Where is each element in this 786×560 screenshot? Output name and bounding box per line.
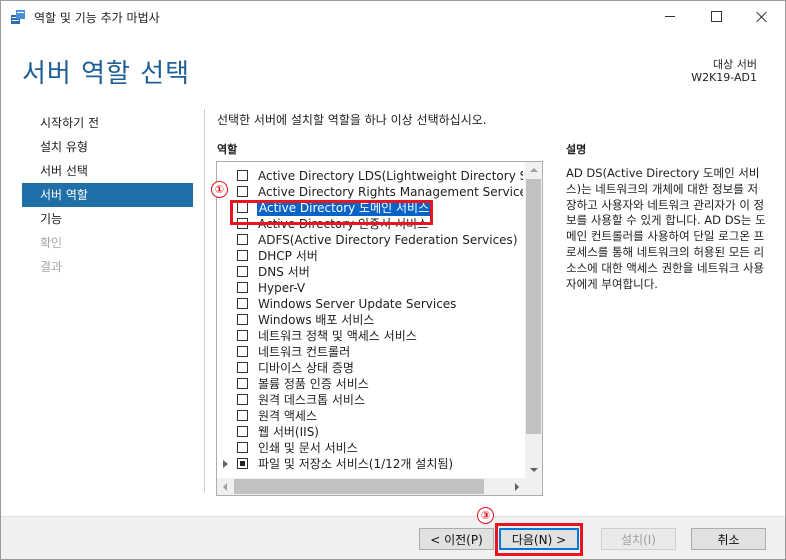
nav-item-features[interactable]: 기능 (22, 207, 193, 231)
nav-item-server-selection[interactable]: 서버 선택 (22, 159, 193, 183)
role-label: DNS 서버 (258, 265, 310, 279)
role-item-network-controller[interactable]: 네트워크 컨트롤러 (217, 344, 523, 360)
role-checkbox[interactable] (237, 298, 248, 309)
role-checkbox[interactable] (237, 282, 248, 293)
maximize-button[interactable] (693, 1, 739, 32)
close-icon (756, 11, 768, 23)
role-label: 볼륨 정품 인증 서비스 (258, 377, 369, 391)
annotation-highlight-ad-ds (230, 200, 433, 225)
role-item-device-health[interactable]: 디바이스 상태 증명 (217, 360, 523, 376)
vertical-scroll-thumb[interactable] (526, 179, 541, 434)
role-label: DHCP 서버 (258, 249, 318, 263)
role-checkbox[interactable] (237, 346, 248, 357)
role-description: AD DS(Active Directory 도메인 서비스)는 네트워크의 개… (566, 166, 766, 291)
role-checkbox[interactable] (237, 394, 248, 405)
scroll-right-icon[interactable] (515, 483, 519, 491)
install-button: 설치(I) (601, 528, 676, 550)
role-item-file-storage[interactable]: 파일 및 저장소 서비스(1/12개 설치됨) (217, 456, 523, 472)
window-title: 역할 및 기능 추가 마법사 (34, 11, 160, 25)
role-item-adfs[interactable]: ADFS(Active Directory Federation Service… (217, 232, 523, 248)
role-label: Active Directory Rights Management Servi… (258, 185, 523, 199)
maximize-icon (710, 11, 722, 22)
scroll-down-icon[interactable] (530, 468, 538, 472)
role-item-ad-rms[interactable]: Active Directory Rights Management Servi… (217, 184, 523, 200)
role-item-print-services[interactable]: 인쇄 및 문서 서비스 (217, 440, 523, 456)
vertical-scrollbar[interactable] (525, 162, 542, 478)
role-checkbox[interactable] (237, 426, 248, 437)
role-item-npas[interactable]: 네트워크 정책 및 액세스 서비스 (217, 328, 523, 344)
role-label: ADFS(Active Directory Federation Service… (258, 233, 518, 247)
scroll-up-icon[interactable] (530, 168, 538, 172)
role-item-volume-activation[interactable]: 볼륨 정품 인증 서비스 (217, 376, 523, 392)
wizard-nav: 시작하기 전 설치 유형 서버 선택 서버 역할 기능 확인 결과 (22, 111, 193, 279)
role-item-dhcp[interactable]: DHCP 서버 (217, 248, 523, 264)
annotation-marker-3: ③ (477, 507, 494, 524)
server-manager-icon (10, 9, 26, 25)
role-checkbox[interactable] (237, 314, 248, 325)
role-label: Active Directory LDS(Lightweight Directo… (258, 169, 523, 183)
role-checkbox[interactable] (237, 410, 248, 421)
role-item-wsus[interactable]: Windows Server Update Services (217, 296, 523, 312)
role-label: 디바이스 상태 증명 (258, 361, 354, 375)
nav-item-results: 결과 (40, 260, 63, 274)
role-label: 원격 데스크톱 서비스 (258, 393, 365, 407)
role-label: 파일 및 저장소 서비스(1/12개 설치됨) (258, 457, 454, 471)
role-checkbox[interactable] (237, 330, 248, 341)
annotation-marker-1: ① (211, 181, 228, 198)
description-heading: 설명 (566, 143, 587, 156)
annotation-highlight-next (495, 523, 583, 556)
page-title: 서버 역할 선택 (22, 59, 191, 89)
role-item-remote-access[interactable]: 원격 액세스 (217, 408, 523, 424)
role-checkbox[interactable] (237, 266, 248, 277)
role-item-ad-lds[interactable]: Active Directory LDS(Lightweight Directo… (217, 168, 523, 184)
role-item-wds[interactable]: Windows 배포 서비스 (217, 312, 523, 328)
nav-divider (204, 109, 205, 493)
close-button[interactable] (739, 1, 785, 32)
destination-server-label: 대상 서버 (713, 58, 757, 71)
role-checkbox[interactable] (237, 250, 248, 261)
role-checkbox[interactable] (237, 186, 248, 197)
scroll-left-icon[interactable] (223, 483, 227, 491)
cancel-button[interactable]: 취소 (691, 528, 766, 550)
minimize-icon (665, 16, 675, 17)
role-checkbox[interactable] (237, 170, 248, 181)
role-item-dns[interactable]: DNS 서버 (217, 264, 523, 280)
instruction-text: 선택한 서버에 설치할 역할을 하나 이상 선택하십시오. (217, 113, 487, 127)
role-label: 원격 액세스 (258, 409, 318, 423)
title-bar: 역할 및 기능 추가 마법사 (1, 1, 785, 32)
role-checkbox[interactable] (237, 378, 248, 389)
nav-item-server-roles[interactable]: 서버 역할 (22, 183, 193, 207)
expand-arrow-icon[interactable] (223, 460, 228, 468)
role-item-iis[interactable]: 웹 서버(IIS) (217, 424, 523, 440)
nav-item-installation-type[interactable]: 설치 유형 (22, 135, 193, 159)
wizard-window: 역할 및 기능 추가 마법사 서버 역할 선택 대상 서버 W2K19-AD1 … (0, 0, 786, 560)
minimize-button[interactable] (647, 1, 693, 32)
horizontal-scroll-thumb[interactable] (234, 479, 484, 494)
nav-item-confirmation: 확인 (40, 236, 63, 250)
destination-server-value: W2K19-AD1 (691, 71, 757, 84)
role-item-remote-desktop[interactable]: 원격 데스크톱 서비스 (217, 392, 523, 408)
role-label: 네트워크 정책 및 액세스 서비스 (258, 329, 417, 343)
role-label: Windows Server Update Services (258, 297, 457, 311)
previous-button[interactable]: < 이전(P) (419, 528, 494, 550)
role-item-hyper-v[interactable]: Hyper-V (217, 280, 523, 296)
role-label: Windows 배포 서비스 (258, 313, 375, 327)
role-label: Hyper-V (258, 281, 306, 295)
role-label: 인쇄 및 문서 서비스 (258, 441, 358, 455)
scroll-corner (525, 478, 542, 495)
role-checkbox[interactable] (237, 458, 248, 469)
roles-heading: 역할 (217, 143, 238, 156)
role-checkbox[interactable] (237, 442, 248, 453)
role-checkbox[interactable] (237, 362, 248, 373)
role-label: 네트워크 컨트롤러 (258, 345, 351, 359)
nav-item-before-you-begin[interactable]: 시작하기 전 (22, 111, 193, 135)
role-checkbox[interactable] (237, 234, 248, 245)
role-label: 웹 서버(IIS) (258, 425, 319, 439)
horizontal-scrollbar[interactable] (217, 478, 525, 495)
